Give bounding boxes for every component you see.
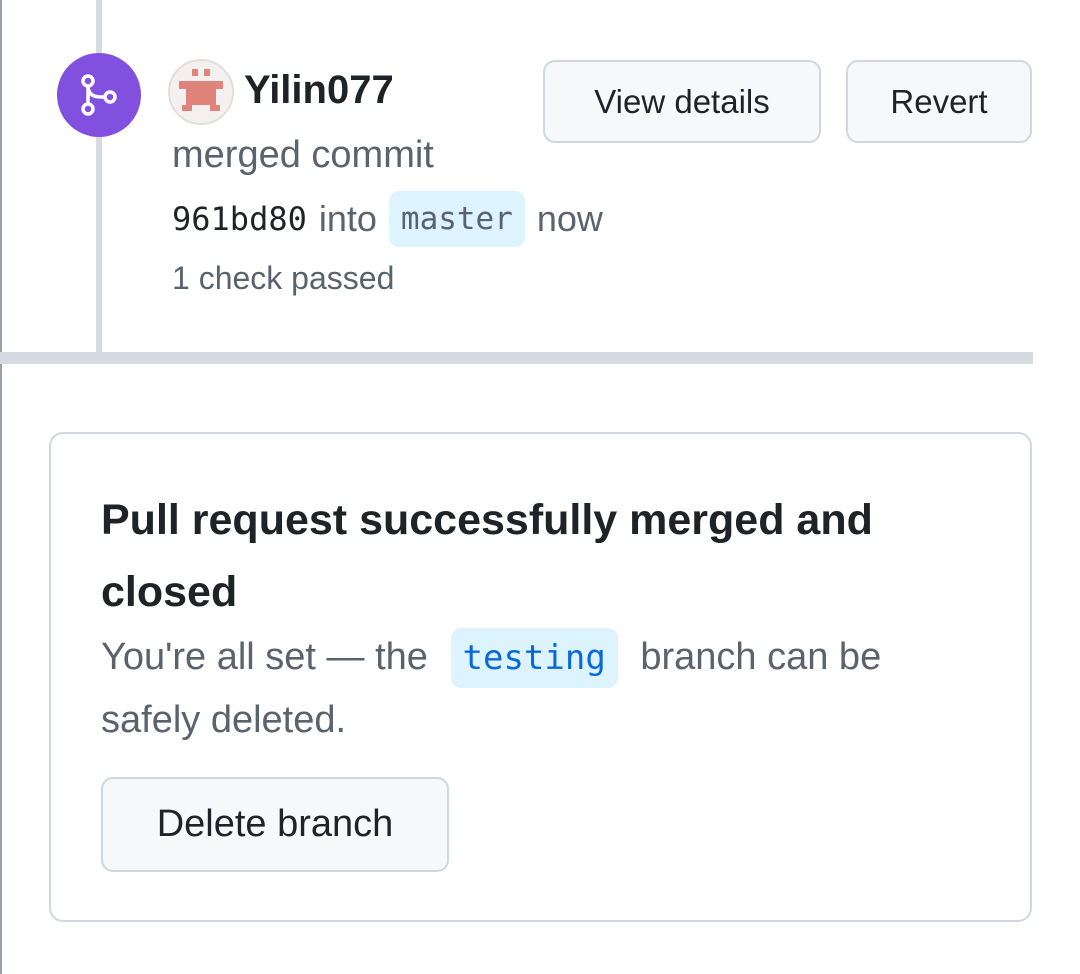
revert-button[interactable]: Revert [846, 60, 1032, 143]
desc-prefix: You're all set — the [101, 636, 428, 678]
delete-branch-button[interactable]: Delete branch [101, 777, 449, 872]
into-text: into [318, 198, 377, 239]
user-avatar[interactable] [168, 59, 234, 125]
timeline-divider [0, 352, 1033, 364]
commit-line: 961bd80 into master now [172, 188, 603, 250]
git-merge-icon [79, 73, 119, 117]
merge-action-text: merged commit [172, 134, 434, 176]
username-link[interactable]: Yilin077 [244, 66, 394, 114]
check-status-link[interactable]: 1 check passed [172, 258, 394, 298]
source-branch-label: testing [450, 628, 618, 688]
merged-status-card: Pull request successfully merged and clo… [49, 432, 1032, 922]
merge-badge [57, 53, 141, 137]
commit-sha-link[interactable]: 961bd80 [172, 200, 307, 238]
view-details-button[interactable]: View details [543, 60, 821, 143]
merged-card-description: You're all set — the testing branch can … [101, 626, 981, 751]
merge-time[interactable]: now [537, 198, 603, 240]
target-branch-label[interactable]: master [388, 191, 525, 247]
merged-card-title: Pull request successfully merged and clo… [101, 496, 873, 616]
page-left-border [0, 0, 2, 974]
